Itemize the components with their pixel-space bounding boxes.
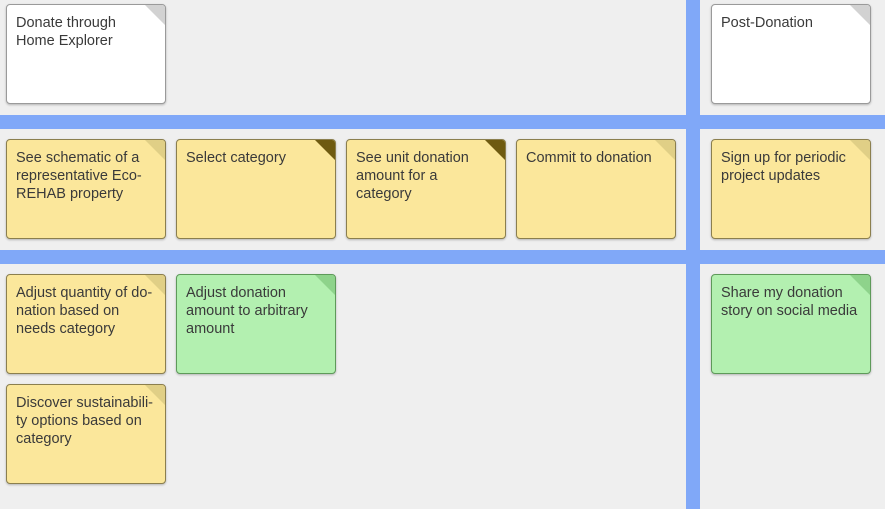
card-see-schematic[interactable]: See schematic of a representative Eco-RE… [6, 139, 166, 239]
card-text: Discover sustainabili-ty options based o… [16, 395, 153, 447]
card-text: Donate through Home Explorer [16, 15, 116, 49]
card-text: Post-Donation [721, 15, 813, 31]
card-text: Adjust donation amount to arbitrary amou… [186, 285, 308, 337]
card-text: See unit donation amount for a category [356, 150, 469, 202]
card-see-unit-donation-amount[interactable]: See unit donation amount for a category [346, 139, 506, 239]
card-adjust-quantity[interactable]: Adjust quantity of do-nation based on ne… [6, 274, 166, 374]
column-divider [686, 0, 700, 509]
card-text: See schematic of a representative Eco-RE… [16, 150, 142, 202]
story-map-board: Donate through Home Explorer Post-Donati… [0, 0, 885, 509]
card-text: Commit to donation [526, 150, 652, 166]
card-text: Share my donation story on social media [721, 285, 858, 319]
card-text: Adjust quantity of do-nation based on ne… [16, 285, 153, 337]
row-divider-1 [0, 115, 885, 129]
card-discover-sustainability[interactable]: Discover sustainabili-ty options based o… [6, 384, 166, 484]
card-commit-to-donation[interactable]: Commit to donation [516, 139, 676, 239]
card-sign-up-project-updates[interactable]: Sign up for periodic project updates [711, 139, 871, 239]
card-select-category[interactable]: Select category [176, 139, 336, 239]
card-text: Select category [186, 150, 286, 166]
card-post-donation[interactable]: Post-Donation [711, 4, 871, 104]
card-adjust-arbitrary-amount[interactable]: Adjust donation amount to arbitrary amou… [176, 274, 336, 374]
row-divider-2 [0, 250, 885, 264]
card-text: Sign up for periodic project updates [721, 150, 846, 184]
card-donate-through-home-explorer[interactable]: Donate through Home Explorer [6, 4, 166, 104]
card-share-donation-story[interactable]: Share my donation story on social media [711, 274, 871, 374]
